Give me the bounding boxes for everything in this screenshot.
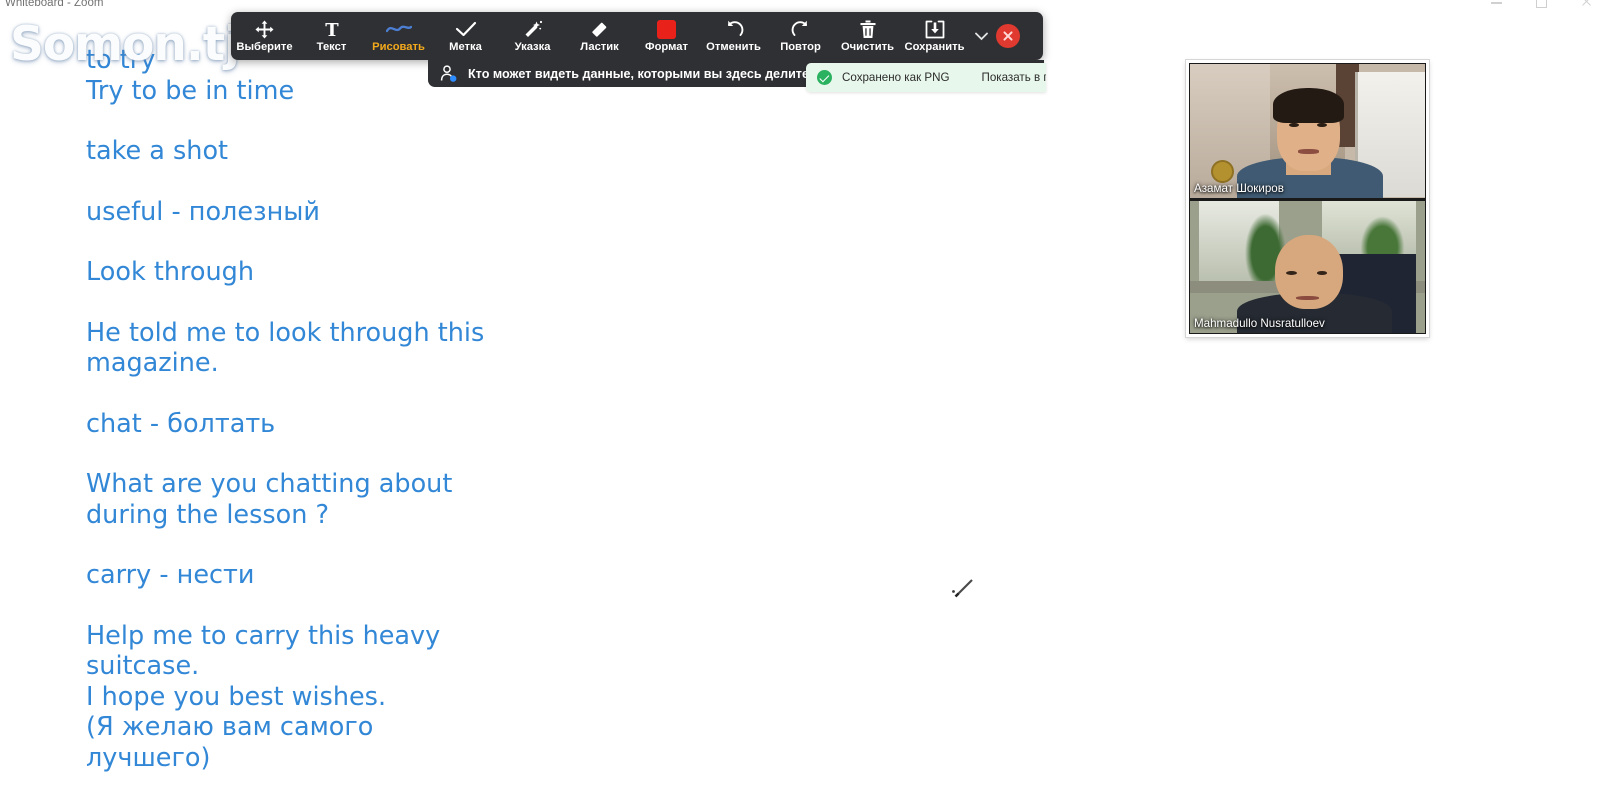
whiteboard-line: лучшего) <box>86 742 211 773</box>
tool-undo-label: Отменить <box>706 40 761 53</box>
tool-text[interactable]: T Текст <box>298 12 365 60</box>
whiteboard-line: suitcase. <box>86 651 200 681</box>
svg-text:T: T <box>325 20 339 39</box>
title-bar: Whiteboard - Zoom <box>0 0 1600 11</box>
whiteboard-line: useful - полезный <box>86 196 320 227</box>
minimize-icon[interactable] <box>1491 0 1502 6</box>
close-icon[interactable] <box>1581 0 1592 6</box>
whiteboard-line: Look through <box>86 257 255 287</box>
tool-save-label: Сохранить <box>904 40 965 53</box>
whiteboard-text-block: to try Try to be in time take a shot use… <box>86 45 646 773</box>
save-toast-message: Сохранено как PNG <box>842 71 950 84</box>
participant-name: Азамат Шокиров <box>1194 181 1284 195</box>
whiteboard-line: take a shot <box>86 136 229 166</box>
color-swatch-icon <box>657 19 676 39</box>
tool-eraser[interactable]: Ластик <box>566 12 633 60</box>
tool-draw-label: Рисовать <box>372 40 425 53</box>
privacy-notification-text: Кто может видеть данные, которыми вы зде… <box>468 66 824 81</box>
tool-text-label: Текст <box>316 40 347 53</box>
whiteboard-line: What are you chatting about <box>86 469 453 499</box>
participant-name: Mahmadullo Nusratulloev <box>1194 317 1325 330</box>
participant-video-feed <box>1190 200 1425 333</box>
tool-save[interactable]: Сохранить <box>901 12 968 60</box>
save-download-icon <box>925 20 945 39</box>
window-controls <box>1491 0 1592 8</box>
tool-stamp[interactable]: Метка <box>432 12 499 60</box>
text-t-icon: T <box>323 20 341 39</box>
whiteboard-line: during the lesson ? <box>86 499 330 530</box>
tool-format-label: Формат <box>645 40 688 53</box>
check-circle-icon <box>817 70 832 85</box>
move-arrows-icon <box>255 19 274 39</box>
tool-spotlight-label: Указка <box>514 40 551 53</box>
show-in-folder-link[interactable]: Показать в папке <box>982 71 1047 84</box>
tool-clear[interactable]: Очистить <box>834 12 901 60</box>
whiteboard-line: chat - болтать <box>86 408 276 439</box>
tool-format[interactable]: Формат <box>633 12 700 60</box>
whiteboard-canvas[interactable]: to try Try to be in time take a shot use… <box>0 11 1180 787</box>
chevron-down-icon[interactable] <box>968 12 994 60</box>
tool-stamp-label: Метка <box>449 40 482 53</box>
whiteboard-line: carry - нести <box>86 560 255 590</box>
participant-video-feed <box>1190 64 1425 198</box>
whiteboard-line: magazine. <box>86 348 219 378</box>
tool-undo[interactable]: Отменить <box>700 12 767 60</box>
window-title: Whiteboard - Zoom <box>5 0 104 9</box>
tool-spotlight[interactable]: Указка <box>499 12 566 60</box>
pen-cursor-icon <box>950 574 978 602</box>
tool-clear-label: Очистить <box>840 40 894 53</box>
participant-video-panel: Азамат Шокиров Mahmadullo Nusratulloev <box>1186 60 1429 337</box>
eraser-icon <box>590 20 610 39</box>
close-toolbar-button[interactable] <box>996 24 1020 48</box>
redo-arrow-icon <box>791 20 811 39</box>
participant-tile[interactable]: Азамат Шокиров <box>1189 63 1426 199</box>
tool-redo[interactable]: Повтор <box>767 12 834 60</box>
person-privacy-icon <box>440 64 457 83</box>
magic-wand-icon <box>523 20 543 39</box>
whiteboard-line: I hope you best wishes. <box>86 681 387 712</box>
trash-bin-icon <box>859 20 877 39</box>
tool-redo-label: Повтор <box>780 40 821 53</box>
participant-tile[interactable]: Mahmadullo Nusratulloev <box>1189 198 1426 334</box>
whiteboard-line: He told me to look through this <box>86 317 485 348</box>
zoom-whiteboard-app: Whiteboard - Zoom to try Try to be in ti… <box>0 0 1600 787</box>
draw-squiggle-icon <box>385 20 412 39</box>
whiteboard-line: Help me to carry this heavy <box>86 620 441 651</box>
tool-draw[interactable]: Рисовать <box>365 12 432 60</box>
tool-select[interactable]: Выберите <box>231 12 298 60</box>
undo-arrow-icon <box>724 20 744 39</box>
whiteboard-line: (Я желаю вам самого <box>86 712 374 742</box>
whiteboard-toolbar: Выберите T Текст Рисовать Метка Указка Л… <box>231 12 1043 60</box>
check-mark-icon <box>455 20 477 39</box>
save-toast: Сохранено как PNG Показать в папке <box>806 63 1046 92</box>
tool-select-label: Выберите <box>236 40 293 53</box>
maximize-icon[interactable] <box>1536 0 1547 8</box>
tool-eraser-label: Ластик <box>580 40 619 53</box>
